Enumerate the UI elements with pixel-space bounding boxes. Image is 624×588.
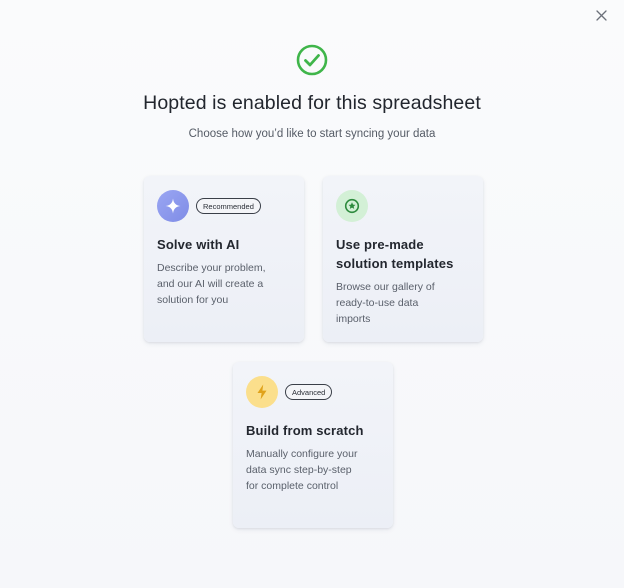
success-check-icon — [296, 44, 328, 76]
card-title: Use pre-made solution templates — [336, 235, 454, 273]
card-desc-line: Describe your problem, — [157, 262, 266, 274]
card-description: Browse our gallery of ready-to-use data … — [336, 279, 435, 327]
card-desc-line: solution for you — [157, 294, 229, 306]
page-title: Hopted is enabled for this spreadsheet — [143, 92, 481, 114]
card-description: Manually configure your data sync step-b… — [246, 446, 357, 494]
card-title-line: solution templates — [336, 256, 454, 271]
card-title: Solve with AI — [157, 235, 239, 254]
card-desc-line: ready-to-use data — [336, 297, 419, 309]
card-title-line: Build from scratch — [246, 423, 364, 438]
card-desc-line: Manually configure your — [246, 448, 358, 460]
card-desc-line: imports — [336, 313, 371, 325]
card-desc-line: Browse our gallery of — [336, 281, 435, 293]
star-badge-icon — [336, 190, 368, 222]
card-desc-line: and our AI will create a — [157, 278, 264, 290]
close-icon — [595, 9, 607, 21]
build-from-scratch-card[interactable]: Advanced Build from scratch Manually con… — [233, 362, 393, 528]
card-title-line: Use pre-made — [336, 237, 424, 252]
page-subtitle: Choose how you’d like to start syncing y… — [188, 128, 436, 140]
sparkle-icon — [157, 190, 189, 222]
card-desc-line: for complete control — [246, 480, 339, 492]
recommended-badge: Recommended — [196, 198, 261, 214]
solve-with-ai-card[interactable]: Recommended Solve with AI Describe your … — [144, 176, 304, 342]
card-title: Build from scratch — [246, 421, 364, 440]
card-description: Describe your problem, and our AI will c… — [157, 260, 266, 308]
close-button[interactable] — [592, 6, 610, 24]
use-templates-card[interactable]: Use pre-made solution templates Browse o… — [323, 176, 483, 342]
card-desc-line: data sync step-by-step — [246, 464, 352, 476]
card-title-line: Solve with AI — [157, 237, 240, 252]
lightning-icon — [246, 376, 278, 408]
onboarding-dialog: Hopted is enabled for this spreadsheet C… — [0, 0, 624, 588]
advanced-badge: Advanced — [285, 384, 333, 400]
